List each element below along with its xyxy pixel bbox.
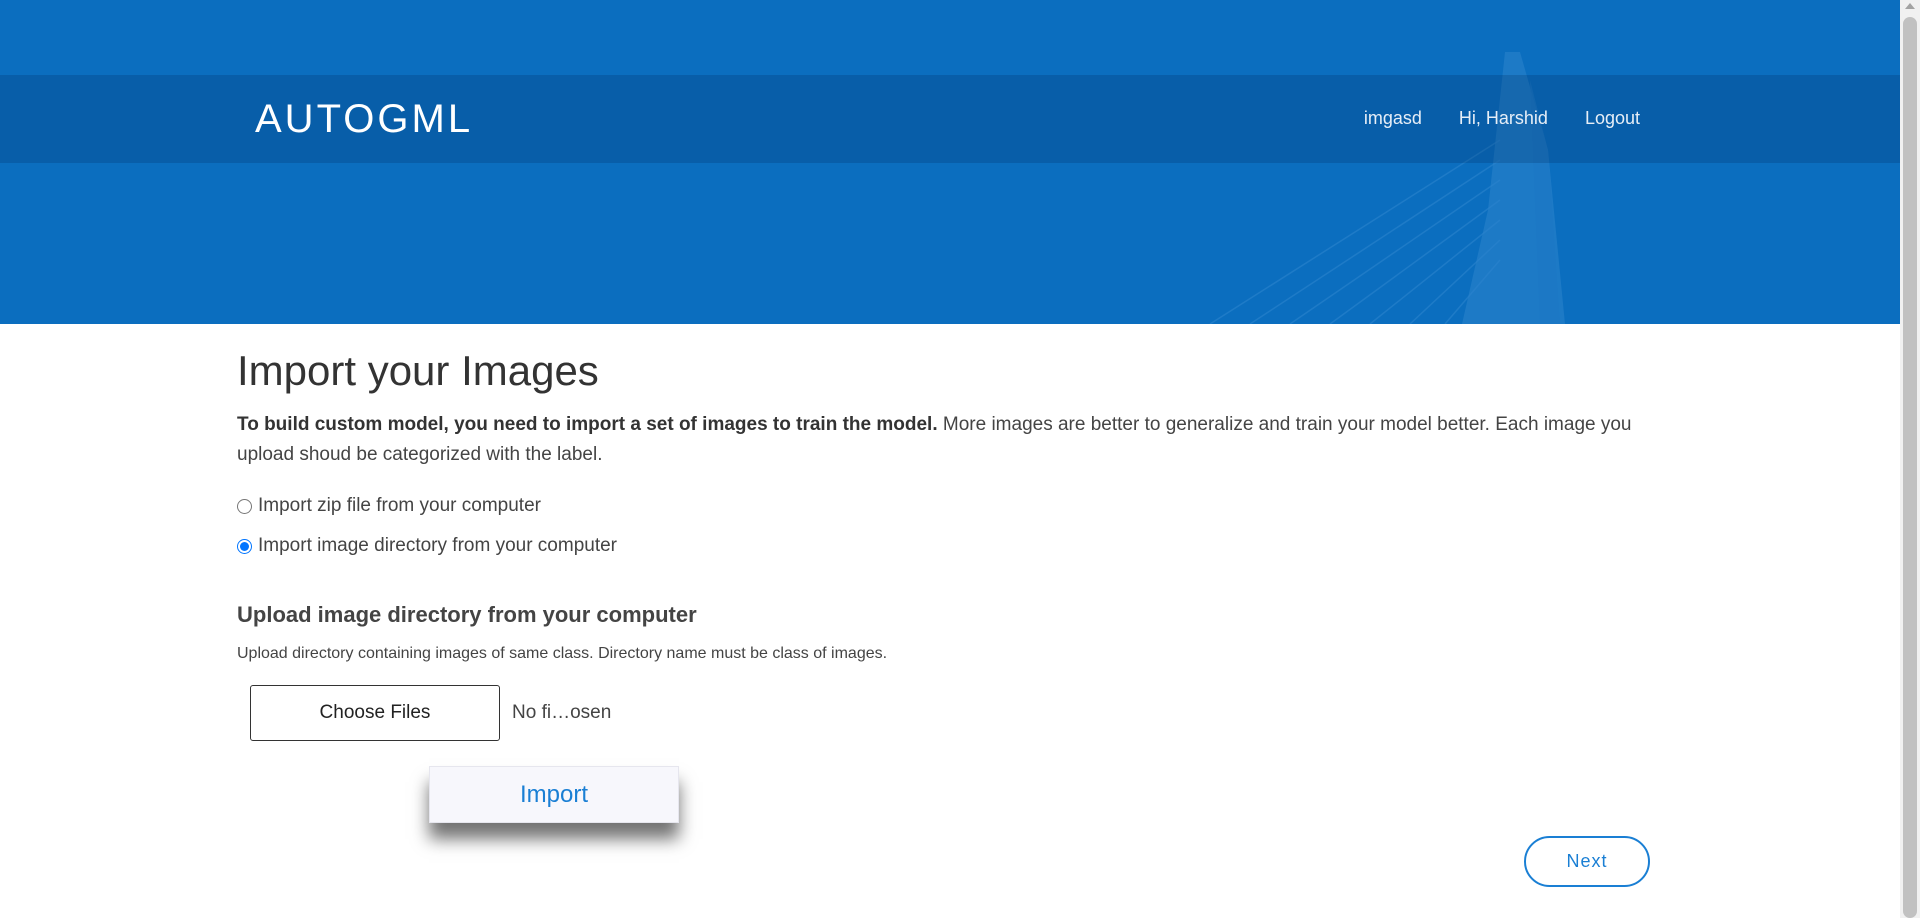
- option-directory[interactable]: Import image directory from your compute…: [237, 534, 1657, 558]
- zip-radio[interactable]: [237, 498, 252, 514]
- main-content: Import your Images To build custom model…: [237, 344, 1657, 665]
- vertical-scrollbar[interactable]: [1900, 0, 1920, 918]
- nav-logout-link[interactable]: Logout: [1585, 105, 1640, 131]
- upload-description: Upload directory containing images of sa…: [237, 645, 888, 662]
- import-button[interactable]: Import: [429, 766, 679, 823]
- intro-text: To build custom model, you need to impor…: [237, 410, 1657, 470]
- nav-links: imgasd Hi, Harshid Logout: [1364, 105, 1640, 131]
- upload-section-title: Upload image directory from your compute…: [237, 602, 697, 627]
- choose-files-button[interactable]: Choose Files: [250, 685, 500, 741]
- file-status-text: No fi…osen: [512, 702, 612, 723]
- option-zip[interactable]: Import zip file from your computer: [237, 494, 1657, 518]
- page-title: Import your Images: [237, 347, 599, 394]
- next-button[interactable]: Next: [1524, 836, 1650, 887]
- zip-radio-label: Import zip file from your computer: [258, 495, 541, 516]
- page: AUTOGML imgasd Hi, Harshid Logout Import…: [0, 0, 1920, 918]
- brand-logo[interactable]: AUTOGML: [255, 95, 473, 143]
- file-input: Choose Files No fi…osen: [250, 685, 611, 741]
- header-banner: AUTOGML imgasd Hi, Harshid Logout: [0, 0, 1900, 324]
- scrollbar-thumb[interactable]: [1903, 17, 1917, 918]
- nav-project-link[interactable]: imgasd: [1364, 105, 1422, 131]
- intro-bold-text: To build custom model, you need to impor…: [237, 414, 938, 435]
- directory-radio[interactable]: [237, 538, 252, 554]
- directory-radio-label: Import image directory from your compute…: [258, 535, 618, 556]
- scroll-up-arrow-icon[interactable]: [1905, 3, 1915, 9]
- navbar: AUTOGML imgasd Hi, Harshid Logout: [0, 75, 1900, 163]
- nav-user-greeting[interactable]: Hi, Harshid: [1459, 105, 1548, 131]
